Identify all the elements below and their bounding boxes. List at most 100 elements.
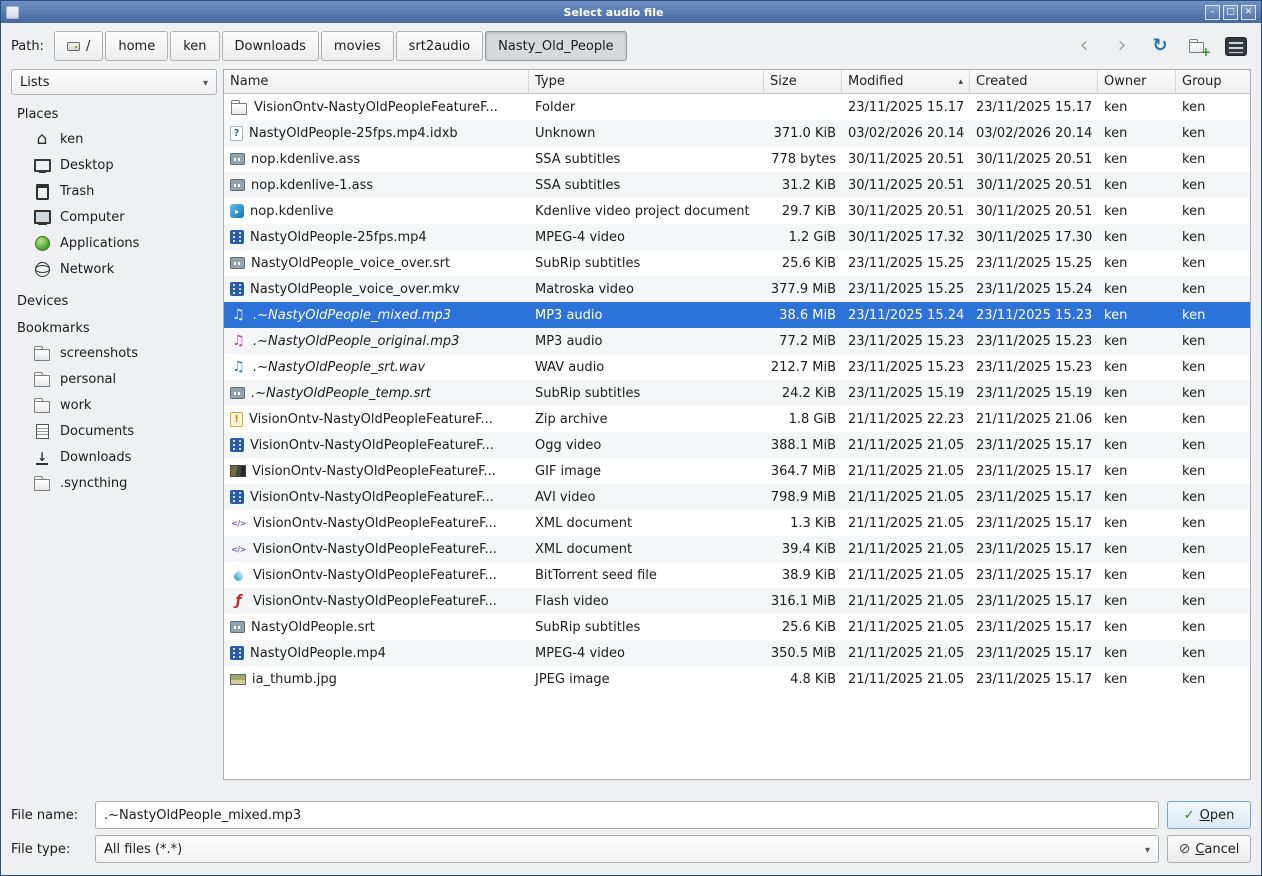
desktop-icon bbox=[33, 156, 51, 174]
sidebar-item-desktop[interactable]: Desktop bbox=[11, 152, 217, 178]
sidebar-item-work[interactable]: work bbox=[11, 392, 217, 418]
file-owner: ken bbox=[1098, 360, 1176, 375]
file-name: VisionOntv-NastyOldPeopleFeatureF... bbox=[254, 100, 498, 115]
computer-icon bbox=[33, 208, 51, 226]
file-created: 23/11/2025 15.17 bbox=[970, 594, 1098, 609]
breadcrumb-label: ken bbox=[183, 39, 206, 54]
sidebar-item-label: Documents bbox=[60, 424, 134, 439]
sidebar-item-trash[interactable]: Trash bbox=[11, 178, 217, 204]
sidebar-item-computer[interactable]: Computer bbox=[11, 204, 217, 230]
file-row[interactable]: NastyOldPeople_voice_over.srtSubRip subt… bbox=[224, 250, 1250, 276]
video-icon bbox=[230, 230, 244, 244]
column-header-type[interactable]: Type bbox=[529, 70, 764, 93]
sidebar-item-documents[interactable]: Documents bbox=[11, 418, 217, 444]
file-name: VisionOntv-NastyOldPeopleFeatureF... bbox=[249, 412, 493, 427]
file-row[interactable]: </>VisionOntv-NastyOldPeopleFeatureF...X… bbox=[224, 536, 1250, 562]
file-owner: ken bbox=[1098, 490, 1176, 505]
file-size: 350.5 MiB bbox=[764, 646, 842, 661]
close-button[interactable]: ✕ bbox=[1241, 5, 1256, 20]
breadcrumb-downloads[interactable]: Downloads bbox=[222, 31, 319, 61]
file-row[interactable]: NastyOldPeople.srtSubRip subtitles25.6 K… bbox=[224, 614, 1250, 640]
sidebar-item-network[interactable]: Network bbox=[11, 256, 217, 282]
dialog-footer: File name: Open File type: All files (*.… bbox=[1, 793, 1261, 875]
file-modified: 03/02/2026 20.14 bbox=[842, 126, 970, 141]
sidebar-item-personal[interactable]: personal bbox=[11, 366, 217, 392]
unknown-icon: ? bbox=[230, 126, 243, 141]
maximize-button[interactable]: □ bbox=[1223, 5, 1238, 20]
plus-icon: + bbox=[1201, 46, 1211, 58]
minimize-button[interactable]: – bbox=[1205, 5, 1220, 20]
file-row[interactable]: ▸nop.kdenliveKdenlive video project docu… bbox=[224, 198, 1250, 224]
breadcrumb-movies[interactable]: movies bbox=[321, 31, 394, 61]
file-created: 23/11/2025 15.17 bbox=[970, 646, 1098, 661]
file-size: 778 bytes bbox=[764, 152, 842, 167]
cancel-button[interactable]: Cancel bbox=[1167, 835, 1251, 863]
video-icon bbox=[230, 490, 244, 504]
file-row[interactable]: VisionOntv-NastyOldPeopleFeatureF...Ogg … bbox=[224, 432, 1250, 458]
sidebar-item-downloads[interactable]: ↓Downloads bbox=[11, 444, 217, 470]
new-folder-icon[interactable]: + bbox=[1187, 37, 1209, 55]
column-header-modified[interactable]: Modified▴ bbox=[842, 70, 970, 93]
breadcrumb-root[interactable]: / bbox=[54, 31, 103, 61]
file-row[interactable]: VisionOntv-NastyOldPeopleFeatureF...Fold… bbox=[224, 94, 1250, 120]
file-row[interactable]: NastyOldPeople_voice_over.mkvMatroska vi… bbox=[224, 276, 1250, 302]
file-row[interactable]: !VisionOntv-NastyOldPeopleFeatureF...Zip… bbox=[224, 406, 1250, 432]
breadcrumb-srt2audio[interactable]: srt2audio bbox=[396, 31, 484, 61]
sidebar-item-ken[interactable]: ⌂ken bbox=[11, 126, 217, 152]
sidebar-item-label: ken bbox=[60, 132, 83, 147]
open-button[interactable]: Open bbox=[1167, 801, 1251, 829]
file-row[interactable]: nop.kdenlive.assSSA subtitles778 bytes30… bbox=[224, 146, 1250, 172]
file-name: VisionOntv-NastyOldPeopleFeatureF... bbox=[250, 438, 494, 453]
file-row[interactable]: NastyOldPeople.mp4MPEG-4 video350.5 MiB2… bbox=[224, 640, 1250, 666]
reload-icon[interactable] bbox=[1149, 35, 1171, 57]
file-name: NastyOldPeople.srt bbox=[251, 620, 375, 635]
file-type: XML document bbox=[529, 542, 764, 557]
file-row[interactable]: </>VisionOntv-NastyOldPeopleFeatureF...X… bbox=[224, 510, 1250, 536]
breadcrumb-ken[interactable]: ken bbox=[170, 31, 219, 61]
breadcrumb-home[interactable]: home bbox=[105, 31, 168, 61]
subtitles-icon bbox=[230, 179, 245, 191]
file-row[interactable]: .~NastyOldPeople_temp.srtSubRip subtitle… bbox=[224, 380, 1250, 406]
view-options-icon[interactable] bbox=[1225, 37, 1247, 56]
forward-icon[interactable] bbox=[1111, 35, 1133, 57]
file-created: 23/11/2025 15.23 bbox=[970, 334, 1098, 349]
column-header-name[interactable]: Name bbox=[224, 70, 529, 93]
file-size: 798.9 MiB bbox=[764, 490, 842, 505]
window-icon bbox=[6, 6, 19, 19]
titlebar[interactable]: Select audio file – □ ✕ bbox=[1, 1, 1261, 23]
file-row[interactable]: ia_thumb.jpgJPEG image4.8 KiB21/11/2025 … bbox=[224, 666, 1250, 692]
file-row[interactable]: ♫.~NastyOldPeople_srt.wavWAV audio212.7 … bbox=[224, 354, 1250, 380]
breadcrumb-nasty-old-people[interactable]: Nasty_Old_People bbox=[485, 31, 627, 61]
file-modified: 21/11/2025 21.05 bbox=[842, 672, 970, 687]
file-row[interactable]: VisionOntv-NastyOldPeopleFeatureF...GIF … bbox=[224, 458, 1250, 484]
file-row[interactable]: VisionOntv-NastyOldPeopleFeatureF...BitT… bbox=[224, 562, 1250, 588]
lists-dropdown[interactable]: Lists bbox=[11, 69, 217, 95]
file-owner: ken bbox=[1098, 412, 1176, 427]
file-row[interactable]: ƒVisionOntv-NastyOldPeopleFeatureF...Fla… bbox=[224, 588, 1250, 614]
file-size: 1.3 KiB bbox=[764, 516, 842, 531]
file-row[interactable]: VisionOntv-NastyOldPeopleFeatureF...AVI … bbox=[224, 484, 1250, 510]
file-modified: 23/11/2025 15.25 bbox=[842, 282, 970, 297]
file-created: 23/11/2025 15.17 bbox=[970, 464, 1098, 479]
file-row[interactable]: NastyOldPeople-25fps.mp4MPEG-4 video1.2 … bbox=[224, 224, 1250, 250]
column-header-group[interactable]: Group bbox=[1176, 70, 1250, 93]
file-dialog-window: Select audio file – □ ✕ Path: /homekenDo… bbox=[0, 0, 1262, 876]
filetype-dropdown[interactable]: All files (*.*) bbox=[95, 835, 1159, 863]
file-row[interactable]: ?NastyOldPeople-25fps.mp4.idxbUnknown371… bbox=[224, 120, 1250, 146]
sidebar-item-applications[interactable]: Applications bbox=[11, 230, 217, 256]
file-row[interactable]: nop.kdenlive-1.assSSA subtitles31.2 KiB3… bbox=[224, 172, 1250, 198]
file-name-cell: VisionOntv-NastyOldPeopleFeatureF... bbox=[224, 464, 529, 479]
back-icon[interactable] bbox=[1073, 35, 1095, 57]
file-row[interactable]: ♫.~NastyOldPeople_mixed.mp3MP3 audio38.6… bbox=[224, 302, 1250, 328]
file-row[interactable]: ♫.~NastyOldPeople_original.mp3MP3 audio7… bbox=[224, 328, 1250, 354]
filename-input[interactable] bbox=[95, 801, 1159, 829]
column-header-owner[interactable]: Owner bbox=[1098, 70, 1176, 93]
sidebar-item-screenshots[interactable]: screenshots bbox=[11, 340, 217, 366]
file-created: 30/11/2025 20.51 bbox=[970, 152, 1098, 167]
sidebar-item-syncthing[interactable]: .syncthing bbox=[11, 470, 217, 496]
column-header-created[interactable]: Created bbox=[970, 70, 1098, 93]
file-modified: 23/11/2025 15.23 bbox=[842, 334, 970, 349]
column-header-size[interactable]: Size bbox=[764, 70, 842, 93]
file-owner: ken bbox=[1098, 308, 1176, 323]
file-modified: 21/11/2025 21.05 bbox=[842, 542, 970, 557]
